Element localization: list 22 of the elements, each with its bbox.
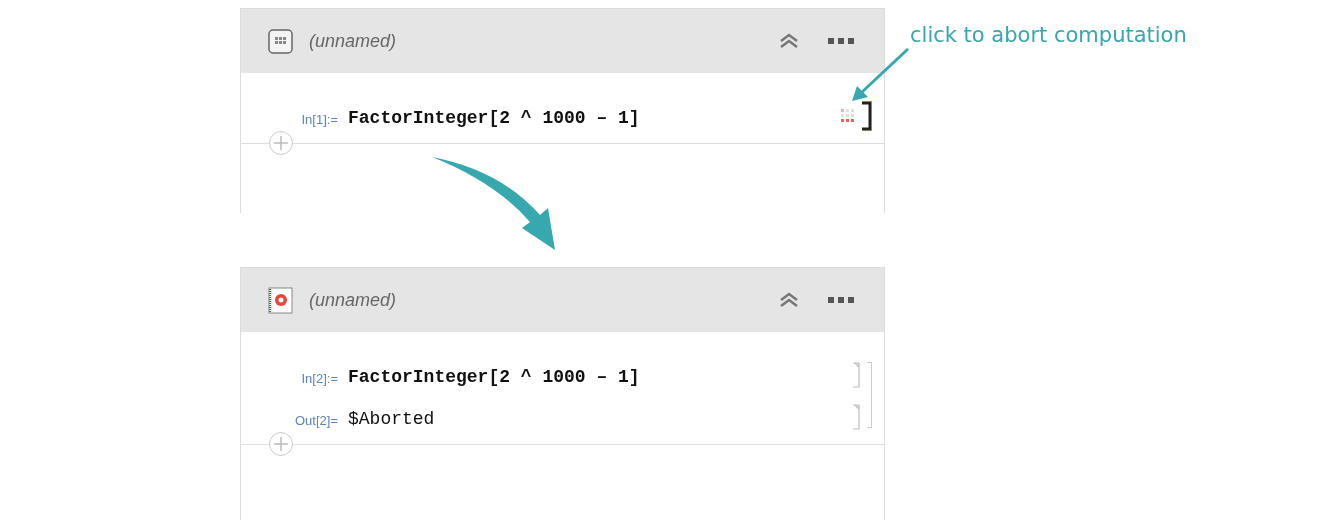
annotation-text: click to abort computation (910, 22, 1187, 49)
more-icon[interactable] (828, 297, 854, 303)
output-code[interactable]: $Aborted (348, 405, 435, 433)
more-icon[interactable] (828, 38, 854, 44)
abort-icon[interactable] (841, 109, 855, 123)
input-label: In[1]:= (300, 110, 338, 129)
grid-icon (268, 28, 293, 54)
collapse-icon[interactable] (779, 292, 799, 308)
notebook-icon (268, 286, 293, 314)
input-code[interactable]: FactorInteger[2 ^ 1000 – 1] (348, 363, 640, 391)
pointer-arrow (852, 47, 910, 101)
cell-bracket[interactable] (852, 404, 860, 430)
output-label: Out[2]= (294, 411, 338, 430)
notebook-title: (unnamed) (309, 29, 397, 53)
running-cell-bracket[interactable] (861, 101, 872, 131)
notebook-title: (unnamed) (309, 288, 397, 312)
add-cell-icon[interactable] (269, 131, 293, 155)
collapse-icon[interactable] (779, 33, 799, 49)
input-code[interactable]: FactorInteger[2 ^ 1000 – 1] (348, 104, 640, 132)
add-cell-icon[interactable] (269, 432, 293, 456)
input-label: In[2]:= (300, 369, 338, 388)
cell-bracket[interactable] (852, 362, 860, 388)
